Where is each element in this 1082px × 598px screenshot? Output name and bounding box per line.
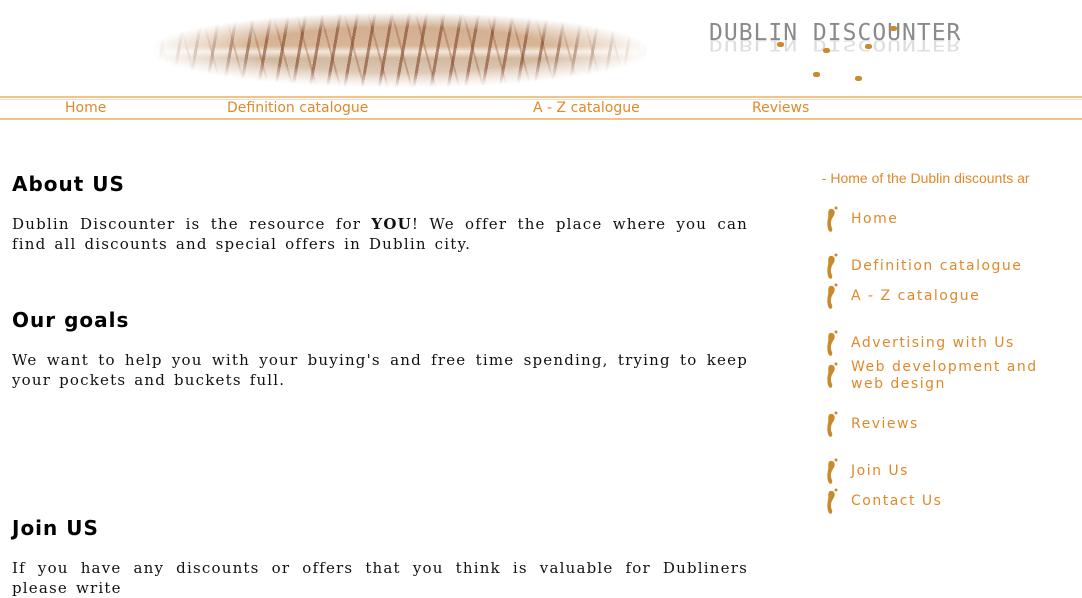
sidebar-item-label: Advertising with Us (851, 335, 1015, 351)
logo-footprint-icon (890, 26, 897, 31)
topnav-definition-catalogue-link[interactable]: Definition catalogue (227, 100, 368, 116)
logo-footprint-icon (865, 44, 872, 49)
footprint-icon (827, 458, 838, 484)
site-logo[interactable]: DUBLIN DISCOUNTER DUBLIN DISCOUNTER (705, 14, 965, 90)
logo-reflection: DUBLIN DISCOUNTER (709, 35, 962, 54)
sidebar-item-label: Reviews (851, 416, 919, 432)
sidebar-item-label: Home (851, 211, 899, 227)
footprint-icon (827, 362, 838, 388)
goals-text: We want to help you with your buying's a… (12, 351, 748, 389)
logo-footprint-icon (855, 76, 862, 81)
footprint-icon (827, 206, 838, 232)
marquee-text: unter - Home of the Dublin discounts ar (818, 170, 1030, 186)
sidebar-item-label: Web development and web design (851, 359, 1038, 392)
about-text: Dublin Discounter is the resource for YO… (12, 215, 748, 253)
footprint-icon (827, 488, 838, 514)
footprint-icon (827, 330, 838, 356)
sidebar-item-label: Definition catalogue (851, 258, 1023, 274)
top-nav: Home Definition catalogue A - Z catalogu… (0, 96, 1082, 120)
join-text: If you have any discounts or offers that… (12, 559, 748, 597)
about-heading: About US (12, 172, 125, 196)
sidebar-item-label: Join Us (851, 463, 909, 479)
scrolling-marquee: unter - Home of the Dublin discounts ar (818, 170, 1070, 190)
topnav-reviews-link[interactable]: Reviews (752, 100, 809, 116)
banner-photo (150, 8, 650, 92)
goals-heading: Our goals (12, 308, 130, 332)
about-text-bold: YOU (371, 215, 412, 233)
footprint-icon (827, 253, 838, 279)
footprint-icon (827, 411, 838, 437)
logo-footprint-icon (823, 48, 830, 53)
sidebar-item-label: Contact Us (851, 493, 943, 509)
footprint-icon (827, 283, 838, 309)
sidebar-item-label: A - Z catalogue (851, 288, 981, 304)
join-heading: Join US (12, 516, 99, 540)
logo-footprint-icon (777, 42, 784, 47)
logo-footprint-icon (813, 72, 820, 77)
topnav-az-catalogue-link[interactable]: A - Z catalogue (533, 100, 640, 116)
header-banner: DUBLIN DISCOUNTER DUBLIN DISCOUNTER (0, 0, 1082, 96)
topnav-home-link[interactable]: Home (65, 100, 106, 116)
